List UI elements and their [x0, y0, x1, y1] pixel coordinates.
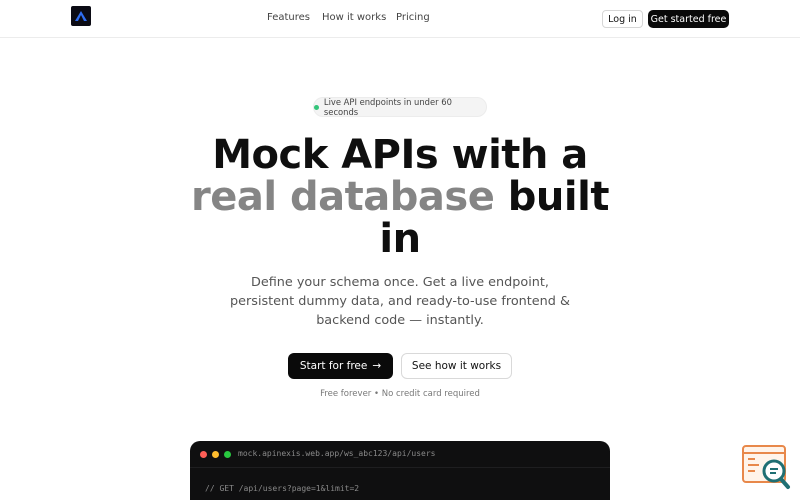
headline-word-built: built	[507, 174, 610, 220]
hero-subtitle: Define your schema once. Get a live endp…	[230, 275, 570, 328]
code-window: mock.apinexis.web.app/ws_abc123/api/user…	[190, 441, 610, 500]
nav-link-pricing[interactable]: Pricing	[396, 12, 430, 23]
get-started-button[interactable]: Get started free	[648, 10, 729, 28]
fineprint-text: Free forever • No credit card required	[320, 389, 480, 399]
see-how-it-works-button[interactable]: See how it works	[401, 353, 512, 379]
window-minimize-dot-icon	[212, 451, 219, 458]
nav-link-features[interactable]: Features	[267, 12, 310, 23]
status-dot-icon	[314, 104, 319, 110]
top-nav: Features How it works Pricing Log in Get…	[0, 0, 800, 38]
code-window-divider	[190, 467, 610, 468]
nav-link-how-it-works[interactable]: How it works	[322, 12, 386, 23]
code-window-url: mock.apinexis.web.app/ws_abc123/api/user…	[238, 449, 436, 458]
search-document-icon[interactable]	[741, 444, 791, 490]
arrow-right-icon: →	[372, 360, 382, 372]
window-close-dot-icon	[200, 451, 207, 458]
start-free-label: Start for free	[299, 360, 368, 372]
logo-icon[interactable]	[71, 6, 91, 26]
window-maximize-dot-icon	[224, 451, 231, 458]
code-line-comment: // GET /api/users?page=1&limit=2	[205, 484, 360, 493]
headline-line-2: real database built	[0, 176, 800, 218]
hero-headline: Mock APIs with a real database built in	[0, 134, 800, 260]
hero-badge: Live API endpoints in under 60 seconds	[313, 97, 487, 117]
login-button[interactable]: Log in	[602, 10, 643, 28]
headline-line-3: in	[379, 216, 421, 262]
start-free-button[interactable]: Start for free →	[288, 353, 393, 379]
hero-badge-text: Live API endpoints in under 60 seconds	[323, 97, 452, 117]
headline-line-1: Mock APIs with a	[212, 132, 588, 178]
headline-muted-text: real database	[191, 174, 495, 220]
